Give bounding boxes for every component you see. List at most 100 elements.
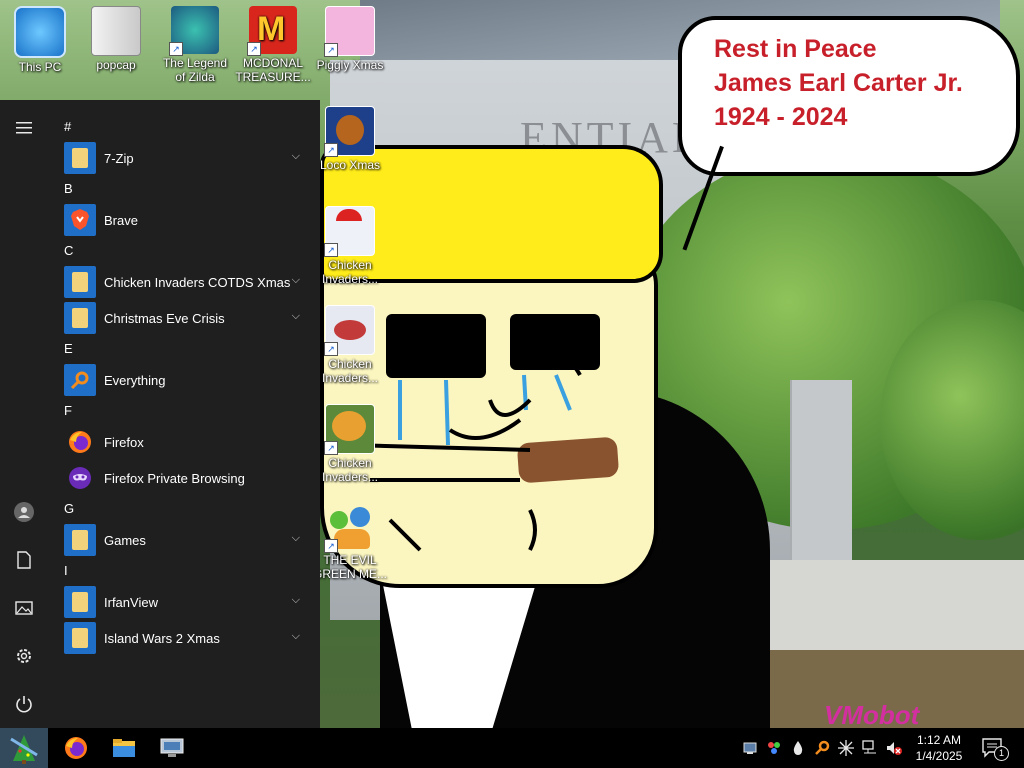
start-button[interactable] <box>0 728 48 768</box>
app-label: Christmas Eve Crisis <box>104 310 225 326</box>
app-label: Firefox Private Browsing <box>104 470 245 486</box>
power-icon <box>16 696 32 713</box>
shortcut-arrow-icon: ↗ <box>324 143 338 157</box>
pictures-icon <box>15 601 33 615</box>
expand-menu-button[interactable] <box>0 104 48 152</box>
everything-search-icon[interactable] <box>814 740 830 756</box>
bubble-line-1: Rest in Peace <box>714 35 877 63</box>
network-icon[interactable] <box>862 740 878 756</box>
letter-header[interactable]: B <box>56 176 316 202</box>
brave-icon <box>64 204 96 236</box>
documents-button[interactable] <box>0 536 48 584</box>
chevron-down-icon[interactable]: ⌵ <box>292 630 300 643</box>
speech-bubble-text: Rest in Peace James Earl Carter Jr. 1924… <box>714 32 1004 134</box>
settings-button[interactable] <box>0 632 48 680</box>
chevron-down-icon[interactable]: ⌵ <box>292 274 300 287</box>
letter-header[interactable]: C <box>56 238 316 264</box>
letter-header[interactable]: F <box>56 398 316 424</box>
letter-header[interactable]: I <box>56 558 316 584</box>
teddy-bear-icon: ↗ <box>324 106 375 157</box>
folder-icon <box>64 302 96 334</box>
desktop-icon-chicken-invaders-3[interactable]: ↗ Chicken Invaders... <box>312 404 388 484</box>
shortcut-arrow-icon: ↗ <box>169 42 183 56</box>
folder-icon <box>64 524 96 556</box>
start-menu-rail <box>0 100 48 728</box>
people-group-icon: ↗ <box>324 503 374 553</box>
file-explorer-icon <box>113 739 135 757</box>
chevron-down-icon[interactable]: ⌵ <box>292 310 300 323</box>
letter-header[interactable]: G <box>56 496 316 522</box>
taskbar-clock[interactable]: 1:12 AM 1/4/2025 <box>908 732 970 764</box>
chicken-spaceship-icon: ↗ <box>324 305 375 356</box>
taskbar-firefox-button[interactable] <box>52 728 100 768</box>
app-christmas-eve-crisis[interactable]: Christmas Eve Crisis ⌵ <box>56 300 316 336</box>
user-account-button[interactable] <box>0 488 48 536</box>
app-list: # 7-Zip ⌵ B Brave C Chicken Invaders COT… <box>56 114 316 656</box>
app-irfanview[interactable]: IrfanView ⌵ <box>56 584 316 620</box>
letter-header[interactable]: # <box>56 114 316 140</box>
sparkle-icon[interactable] <box>838 740 854 756</box>
desktop-icon-legend-of-zilda[interactable]: ↗ The Legend of Zilda <box>157 6 233 84</box>
folder-icon <box>64 586 96 618</box>
mcdonalds-icon: M ↗ <box>247 6 297 56</box>
app-firefox-private-browsing[interactable]: Firefox Private Browsing <box>56 460 316 496</box>
shortcut-arrow-icon: ↗ <box>324 243 338 257</box>
power-button[interactable] <box>0 680 48 728</box>
shortcut-arrow-icon: ↗ <box>324 342 338 356</box>
desktop-icon-piggly-xmas[interactable]: ↗ Piggly Xmas <box>312 6 388 72</box>
chevron-down-icon[interactable]: ⌵ <box>292 532 300 545</box>
folder-icon <box>64 622 96 654</box>
shortcut-arrow-icon: ↗ <box>324 43 338 57</box>
app-label: Island Wars 2 Xmas <box>104 630 220 646</box>
watermark: VMobot <box>824 700 920 728</box>
desktop-icon-popcap[interactable]: popcap <box>78 6 154 72</box>
taskbar-computer-button[interactable] <box>148 728 196 768</box>
action-center-button[interactable]: 1 <box>980 736 1009 761</box>
pictures-button[interactable] <box>0 584 48 632</box>
gear-icon <box>17 649 31 663</box>
taskbar-file-explorer-button[interactable] <box>100 728 148 768</box>
app-island-wars-2-xmas[interactable]: Island Wars 2 Xmas ⌵ <box>56 620 316 656</box>
firefox-private-icon <box>64 462 96 494</box>
desktop-icon-loco-xmas[interactable]: ↗ Loco Xmas <box>312 106 388 172</box>
app-firefox[interactable]: Firefox <box>56 424 316 460</box>
chevron-down-icon[interactable]: ⌵ <box>292 594 300 607</box>
desktop-icon-evil-green-me[interactable]: ↗ THE EVIL GREEN ME... <box>312 503 388 581</box>
desktop-icon-chicken-invaders-1[interactable]: ↗ Chicken Invaders... <box>312 206 388 286</box>
app-everything[interactable]: Everything <box>56 362 316 398</box>
app-label: Everything <box>104 372 166 388</box>
desktop-icon-mcdonal-treasure[interactable]: M ↗ MCDONAL TREASURE... <box>235 6 311 84</box>
app-brave[interactable]: Brave <box>56 202 316 238</box>
bubble-line-3: 1924 - 2024 <box>714 103 848 131</box>
app-label: Games <box>104 532 146 548</box>
volume-muted-icon[interactable] <box>886 740 902 756</box>
app-7zip[interactable]: 7-Zip ⌵ <box>56 140 316 176</box>
letter-header[interactable]: E <box>56 336 316 362</box>
chevron-down-icon[interactable]: ⌵ <box>292 150 300 163</box>
firefox-icon <box>65 737 87 759</box>
app-games[interactable]: Games ⌵ <box>56 522 316 558</box>
app-label: IrfanView <box>104 594 158 610</box>
building-column <box>790 380 852 560</box>
shortcut-arrow-icon: ↗ <box>247 42 261 56</box>
bubble-line-2: James Earl Carter Jr. <box>714 69 963 97</box>
taskbar: 1:12 AM 1/4/2025 1 <box>0 728 1024 768</box>
app-label: Firefox <box>104 434 144 450</box>
computer-icon <box>160 738 184 757</box>
everything-icon <box>64 364 96 396</box>
notification-count: 1 <box>994 746 1009 761</box>
shortcut-arrow-icon: ↗ <box>324 441 338 455</box>
droplet-icon[interactable] <box>790 740 806 756</box>
display-icon[interactable] <box>742 740 758 756</box>
desktop-icon-chicken-invaders-2[interactable]: ↗ Chicken Invaders... <box>312 305 388 385</box>
firefox-icon <box>64 426 96 458</box>
network-share-icon[interactable] <box>766 740 782 756</box>
document-icon <box>17 551 31 569</box>
folder-icon <box>64 142 96 174</box>
pig-icon: ↗ <box>324 6 375 57</box>
chicken-icon: ↗ <box>324 206 375 257</box>
app-label: 7-Zip <box>104 150 134 166</box>
desktop-icon-this-pc[interactable]: This PC <box>2 6 78 74</box>
app-chicken-invaders-cotds-xmas[interactable]: Chicken Invaders COTDS Xmas ⌵ <box>56 264 316 300</box>
app-label: Brave <box>104 212 138 228</box>
